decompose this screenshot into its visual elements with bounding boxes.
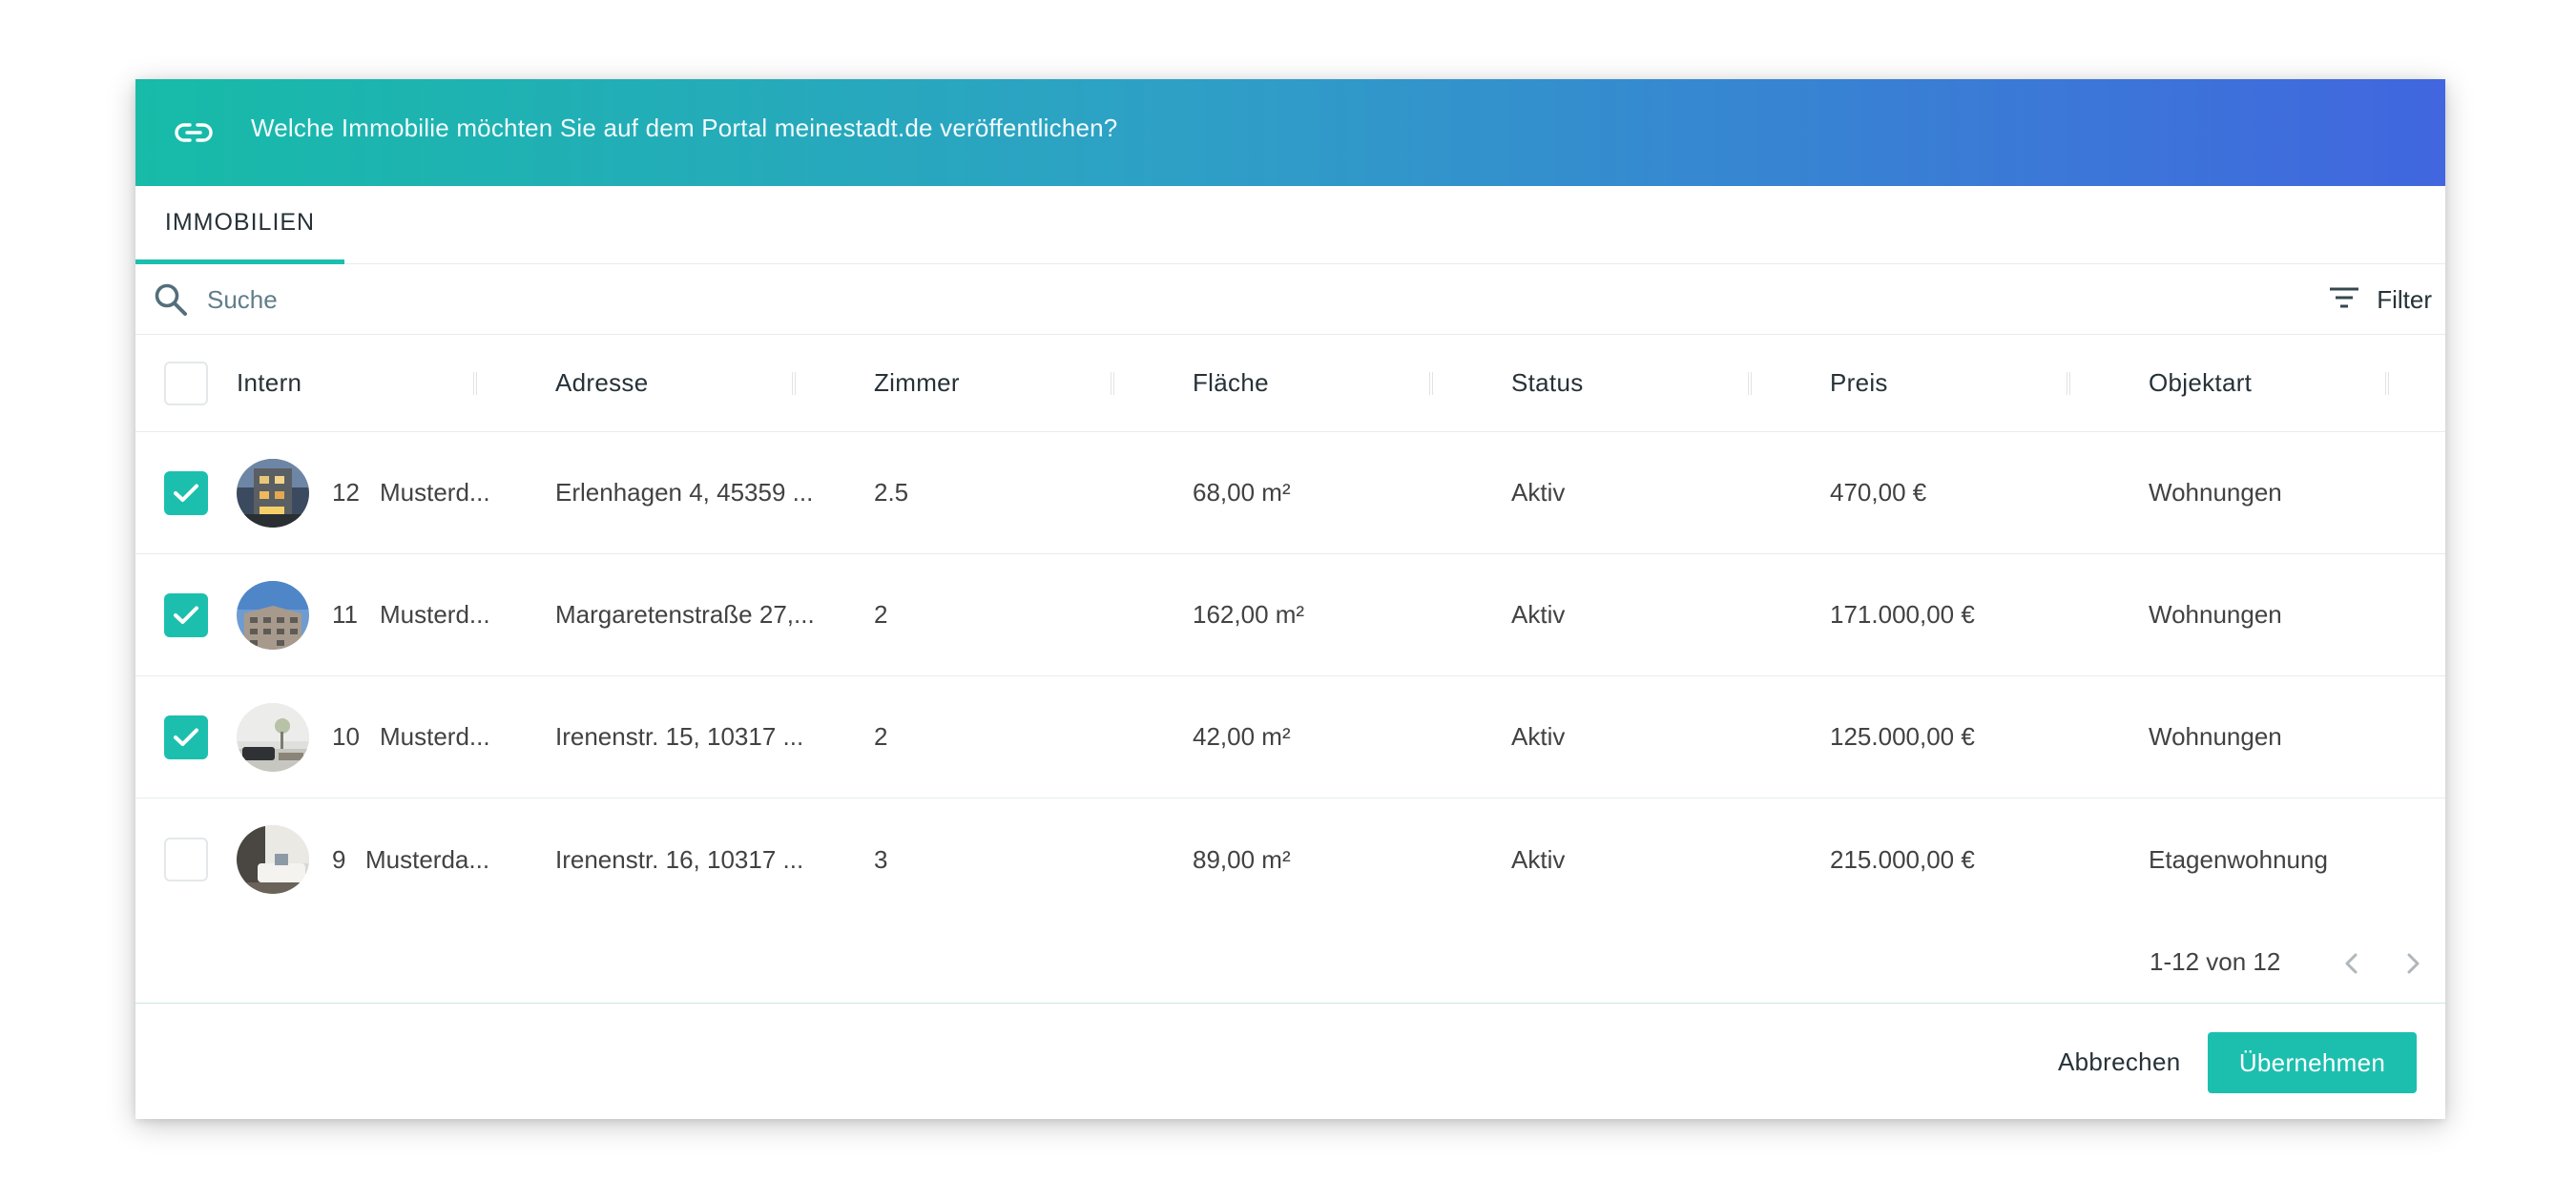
row-status: Aktiv	[1511, 478, 1566, 507]
row-name: Musterd...	[380, 600, 490, 629]
property-thumbnail	[237, 703, 309, 772]
row-id: 11	[332, 600, 358, 629]
search-icon	[152, 280, 190, 319]
row-status: Aktiv	[1511, 844, 1566, 874]
row-area: 89,00 m²	[1193, 844, 1291, 874]
column-header-preis[interactable]: Preis	[1830, 335, 1888, 431]
tab-immobilien[interactable]: IMMOBILIEN	[135, 186, 344, 264]
table-header-row: Intern Adresse Zimmer Fläche Status Prei…	[135, 335, 2445, 432]
apply-button[interactable]: Übernehmen	[2208, 1032, 2417, 1093]
column-header-status[interactable]: Status	[1511, 335, 1584, 431]
row-rooms: 2	[874, 600, 888, 629]
row-checkbox[interactable]	[164, 715, 208, 759]
row-area: 162,00 m²	[1193, 600, 1305, 629]
row-area: 42,00 m²	[1193, 722, 1291, 751]
row-type: Wohnungen	[2149, 478, 2282, 507]
tab-label: IMMOBILIEN	[164, 209, 316, 236]
column-resize-handle[interactable]	[2067, 372, 2070, 395]
row-area: 68,00 m²	[1193, 478, 1291, 507]
property-table: Intern Adresse Zimmer Fläche Status Prei…	[135, 335, 2445, 921]
table-row[interactable]: 9 Musterda... Irenenstr. 16, 10317 ... 3…	[135, 798, 2445, 921]
row-address: Irenenstr. 15, 10317 ...	[555, 722, 804, 751]
search-input[interactable]	[207, 281, 779, 318]
column-header-adresse[interactable]: Adresse	[555, 335, 648, 431]
dialog-header: Welche Immobilie möchten Sie auf dem Por…	[135, 79, 2445, 186]
row-name: Musterd...	[380, 478, 490, 507]
link-icon	[174, 114, 214, 151]
row-id: 10	[332, 722, 360, 751]
row-type: Wohnungen	[2149, 600, 2282, 629]
row-rooms: 2	[874, 722, 888, 751]
row-rooms: 3	[874, 844, 888, 874]
cancel-button[interactable]: Abbrechen	[2045, 1032, 2193, 1091]
pagination-range: 1-12 von 12	[2150, 947, 2281, 976]
row-price: 215.000,00 €	[1830, 844, 1975, 874]
column-resize-handle[interactable]	[792, 372, 796, 395]
property-thumbnail	[237, 825, 309, 894]
select-all-checkbox[interactable]	[164, 362, 208, 405]
column-resize-handle[interactable]	[1748, 372, 1752, 395]
property-thumbnail	[237, 459, 309, 528]
row-price: 470,00 €	[1830, 478, 1927, 507]
column-resize-handle[interactable]	[1429, 372, 1433, 395]
row-price: 171.000,00 €	[1830, 600, 1975, 629]
table-row[interactable]: 12 Musterd... Erlenhagen 4, 45359 ... 2.…	[135, 432, 2445, 554]
row-type: Etagenwohnung	[2149, 844, 2328, 874]
chevron-left-icon[interactable]	[2337, 949, 2366, 978]
filter-label: Filter	[2377, 284, 2432, 314]
row-checkbox[interactable]	[164, 838, 208, 881]
dialog-footer: Abbrechen Übernehmen	[135, 1003, 2445, 1119]
property-thumbnail	[237, 581, 309, 650]
column-resize-handle[interactable]	[1111, 372, 1114, 395]
column-header-objektart[interactable]: Objektart	[2149, 335, 2252, 431]
row-rooms: 2.5	[874, 478, 909, 507]
column-header-zimmer[interactable]: Zimmer	[874, 335, 960, 431]
pagination: 1-12 von 12	[135, 936, 2445, 993]
table-row[interactable]: 11 Musterd... Margaretenstraße 27,... 2 …	[135, 554, 2445, 676]
column-resize-handle[interactable]	[473, 372, 477, 395]
check-icon	[174, 728, 198, 746]
column-header-intern[interactable]: Intern	[237, 335, 301, 431]
row-checkbox[interactable]	[164, 471, 208, 515]
row-name: Musterd...	[380, 722, 490, 751]
check-icon	[174, 606, 198, 624]
row-name: Musterda...	[365, 844, 490, 874]
column-header-flaeche[interactable]: Fläche	[1193, 335, 1269, 431]
chevron-right-icon[interactable]	[2399, 949, 2427, 978]
row-address: Irenenstr. 16, 10317 ...	[555, 844, 804, 874]
filter-button[interactable]: Filter	[2329, 280, 2432, 320]
filter-icon	[2329, 286, 2359, 314]
row-id: 12	[332, 478, 360, 507]
column-resize-handle[interactable]	[2385, 372, 2389, 395]
row-price: 125.000,00 €	[1830, 722, 1975, 751]
row-id: 9	[332, 844, 346, 874]
check-icon	[174, 484, 198, 502]
row-status: Aktiv	[1511, 722, 1566, 751]
row-address: Margaretenstraße 27,...	[555, 600, 815, 629]
dialog-title: Welche Immobilie möchten Sie auf dem Por…	[251, 114, 1118, 142]
search-bar: Filter	[135, 264, 2445, 335]
row-checkbox[interactable]	[164, 593, 208, 637]
publish-dialog: Welche Immobilie möchten Sie auf dem Por…	[135, 79, 2445, 1119]
row-address: Erlenhagen 4, 45359 ...	[555, 478, 814, 507]
row-status: Aktiv	[1511, 600, 1566, 629]
row-type: Wohnungen	[2149, 722, 2282, 751]
table-row[interactable]: 10 Musterd... Irenenstr. 15, 10317 ... 2…	[135, 676, 2445, 798]
tab-bar: IMMOBILIEN	[135, 186, 2445, 264]
